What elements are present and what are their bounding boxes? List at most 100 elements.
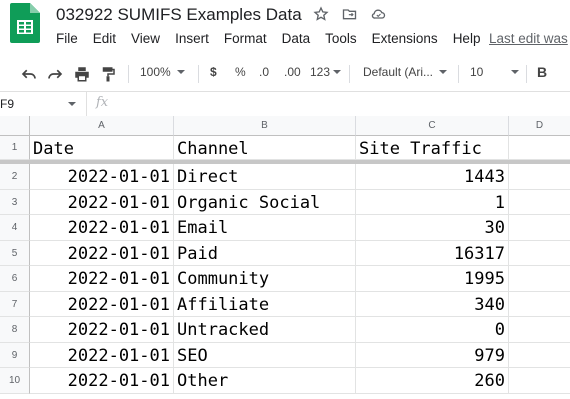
date-cell[interactable]: 2022-01-01	[30, 291, 174, 317]
table-cell[interactable]	[509, 317, 570, 343]
menu-bar: File Edit View Insert Format Data Tools …	[56, 31, 495, 46]
column-label: B	[261, 120, 268, 131]
toolbar: 100% $ % .0 .00 123 Default (Ari... 10 B	[0, 56, 570, 92]
chevron-down-icon	[176, 70, 185, 74]
currency-format-button[interactable]: $	[210, 65, 217, 79]
header-cell-date[interactable]: Date	[30, 136, 174, 160]
column-header-a[interactable]: A	[30, 116, 199, 136]
font-family-select[interactable]: Default (Ari...	[363, 65, 448, 79]
channel-cell[interactable]: Other	[174, 368, 356, 394]
date-cell[interactable]: 2022-01-01	[30, 240, 174, 266]
menu-file[interactable]: File	[56, 31, 78, 46]
column-header-d[interactable]: D	[509, 116, 570, 136]
header-cell-channel[interactable]: Channel	[174, 136, 356, 160]
table-cell[interactable]	[509, 215, 570, 241]
row-header[interactable]: 8	[0, 317, 30, 343]
table-cell[interactable]	[509, 190, 570, 215]
print-icon[interactable]	[73, 65, 91, 83]
cloud-status-icon[interactable]	[370, 6, 387, 22]
row-header[interactable]: 5	[0, 240, 30, 266]
chevron-down-icon	[511, 70, 520, 74]
name-box-value: F9	[0, 97, 15, 111]
row-header[interactable]: 6	[0, 266, 30, 292]
column-header-c[interactable]: C	[356, 116, 509, 136]
table-cell[interactable]	[509, 292, 570, 317]
row-header[interactable]: 4	[0, 215, 30, 241]
menu-extensions[interactable]: Extensions	[372, 31, 438, 46]
zoom-value: 100%	[140, 65, 171, 79]
title-bar: 032922 SUMIFS Examples Data File Edit Vi…	[0, 0, 570, 56]
menu-help[interactable]: Help	[453, 31, 481, 46]
select-all-corner[interactable]	[0, 116, 30, 136]
zoom-select[interactable]: 100%	[140, 65, 185, 79]
channel-cell[interactable]: Direct	[174, 164, 356, 190]
redo-icon[interactable]	[46, 65, 64, 83]
menu-format[interactable]: Format	[224, 31, 267, 46]
star-icon[interactable]	[313, 6, 329, 22]
column-label: D	[535, 120, 544, 131]
row-header[interactable]: 3	[0, 189, 30, 215]
move-folder-icon[interactable]	[341, 6, 358, 22]
row-header[interactable]: 7	[0, 291, 30, 317]
percent-format-button[interactable]: %	[235, 65, 246, 79]
menu-view[interactable]: View	[131, 31, 160, 46]
site-traffic-cell[interactable]: 260	[356, 368, 509, 394]
table-cell[interactable]	[509, 343, 570, 368]
last-edit-link[interactable]: Last edit was	[489, 31, 568, 46]
more-formats-label: 123	[310, 65, 331, 79]
channel-cell[interactable]: Untracked	[174, 317, 356, 343]
date-cell[interactable]: 2022-01-01	[30, 189, 174, 215]
channel-cell[interactable]: SEO	[174, 342, 356, 368]
table-cell[interactable]	[509, 136, 570, 160]
site-traffic-cell[interactable]: 30	[356, 215, 509, 241]
document-title[interactable]: 032922 SUMIFS Examples Data	[56, 5, 302, 25]
row-header[interactable]: 10	[0, 368, 30, 394]
site-traffic-cell[interactable]: 340	[356, 291, 509, 317]
menu-tools[interactable]: Tools	[325, 31, 357, 46]
channel-cell[interactable]: Paid	[174, 240, 356, 266]
site-traffic-cell[interactable]: 0	[356, 317, 509, 343]
menu-data[interactable]: Data	[282, 31, 311, 46]
paint-format-icon[interactable]	[99, 65, 117, 83]
fx-icon: fx	[96, 95, 109, 110]
table-cell[interactable]	[509, 266, 570, 292]
date-cell[interactable]: 2022-01-01	[30, 164, 174, 190]
row-header[interactable]: 9	[0, 342, 30, 368]
more-formats-select[interactable]: 123	[310, 65, 342, 79]
channel-cell[interactable]: Organic Social	[174, 189, 356, 215]
increase-decimal-button[interactable]: .00	[284, 65, 301, 79]
table-cell[interactable]	[509, 164, 570, 190]
column-label: C	[428, 120, 436, 131]
channel-cell[interactable]: Affiliate	[174, 291, 356, 317]
site-traffic-cell[interactable]: 1	[356, 189, 509, 215]
date-cell[interactable]: 2022-01-01	[30, 266, 174, 292]
google-sheets-logo-icon[interactable]	[10, 3, 40, 43]
font-size-select[interactable]: 10	[470, 65, 520, 79]
table-cell[interactable]	[509, 368, 570, 394]
menu-insert[interactable]: Insert	[175, 31, 209, 46]
table-cell[interactable]	[509, 241, 570, 266]
bold-button[interactable]: B	[537, 64, 547, 80]
name-box[interactable]: F9	[0, 92, 87, 116]
font-family-value: Default (Ari...	[363, 65, 434, 79]
date-cell[interactable]: 2022-01-01	[30, 342, 174, 368]
header-cell-site-traffic[interactable]: Site Traffic	[356, 136, 509, 160]
column-header-b[interactable]: B	[174, 116, 356, 136]
formula-input[interactable]	[124, 97, 564, 113]
site-traffic-cell[interactable]: 979	[356, 342, 509, 368]
site-traffic-cell[interactable]: 1443	[356, 164, 509, 190]
date-cell[interactable]: 2022-01-01	[30, 368, 174, 394]
row-header[interactable]: 1	[0, 136, 30, 160]
row-header[interactable]: 2	[0, 164, 30, 190]
channel-cell[interactable]: Community	[174, 266, 356, 292]
chevron-down-icon	[68, 102, 76, 106]
date-cell[interactable]: 2022-01-01	[30, 215, 174, 241]
menu-edit[interactable]: Edit	[93, 31, 116, 46]
undo-icon[interactable]	[20, 65, 38, 83]
site-traffic-cell[interactable]: 1995	[356, 266, 509, 292]
chevron-down-icon	[439, 70, 448, 74]
channel-cell[interactable]: Email	[174, 215, 356, 241]
site-traffic-cell[interactable]: 16317	[356, 240, 509, 266]
date-cell[interactable]: 2022-01-01	[30, 317, 174, 343]
decrease-decimal-button[interactable]: .0	[259, 65, 269, 79]
